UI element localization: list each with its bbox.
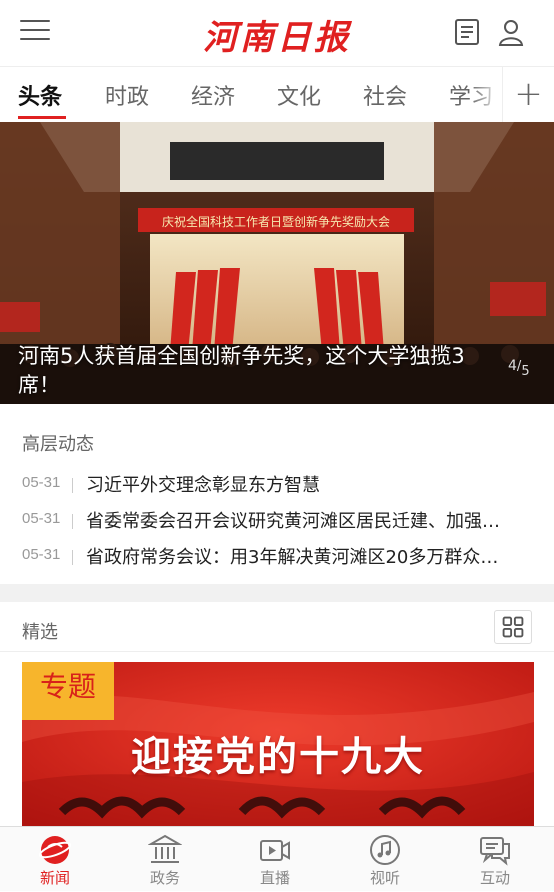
featured-section-title: 精选 [22, 622, 58, 643]
news-date: 05-31 [22, 510, 61, 527]
list-item[interactable]: 05-31 省政府常务会议：用3年解决黄河滩区20多万群众… [22, 542, 542, 572]
divider [72, 550, 73, 565]
section-gap [0, 584, 554, 602]
nav-news[interactable]: 新闻 [0, 827, 110, 892]
list-item[interactable]: 05-31 习近平外交理念彰显东方智慧 [22, 470, 542, 500]
tab-headline[interactable]: 头条 [18, 79, 62, 111]
tab-politics[interactable]: 时政 [105, 79, 149, 111]
tab-culture[interactable]: 文化 [277, 79, 321, 111]
grid-view-icon[interactable] [494, 610, 532, 644]
leadership-news-section: 高层动态 05-31 习近平外交理念彰显东方智慧 05-31 省委常委会召开会议… [0, 404, 554, 584]
nav-interact[interactable]: 互动 [440, 827, 550, 892]
nav-label: 新闻 [39, 869, 70, 887]
news-date: 05-31 [22, 546, 61, 563]
active-tab-indicator [18, 116, 66, 119]
hero-pager: 4/5 [508, 358, 530, 379]
pager-current: 4 [508, 358, 517, 374]
live-video-icon [260, 840, 290, 861]
user-profile-icon[interactable] [496, 16, 526, 48]
bottom-nav: 新闻 政务 直播 视听 互动 [0, 826, 554, 891]
newspaper-icon[interactable] [452, 16, 482, 48]
hero-carousel[interactable]: 庆祝全国科技工作者日暨创新争先奖励大会 河南5人获首届全国创新争先奖，这个大学独… [0, 122, 554, 404]
hero-caption[interactable]: 河南5人获首届全国创新争先奖，这个大学独揽3席！ [18, 342, 498, 400]
divider [0, 651, 554, 652]
chat-bubble-icon [480, 837, 510, 866]
divider [72, 478, 73, 493]
banner-title: 迎接党的十九大 [131, 734, 425, 780]
news-title: 省委常委会召开会议研究黄河滩区居民迁建、加强… [86, 511, 500, 532]
nav-label: 互动 [479, 869, 510, 887]
nav-live[interactable]: 直播 [220, 827, 330, 892]
hero-banner-text: 庆祝全国科技工作者日暨创新争先奖励大会 [162, 214, 390, 229]
category-tabs: 头条 时政 经济 文化 社会 学习 + [0, 66, 554, 123]
news-title: 习近平外交理念彰显东方智慧 [86, 475, 320, 496]
nav-label: 直播 [259, 869, 290, 887]
pager-total: 5 [521, 364, 530, 379]
nav-government[interactable]: 政务 [110, 827, 220, 892]
nav-label: 视听 [369, 869, 400, 887]
tab-fade [470, 67, 502, 123]
news-globe-icon [38, 836, 72, 864]
app-header: 河南日报 [0, 0, 554, 66]
tab-economy[interactable]: 经济 [191, 79, 235, 111]
featured-banner[interactable]: 专题 迎接党的十九大 [22, 662, 534, 832]
featured-section: 精选 专题 迎接党的十九大 [0, 602, 554, 832]
topic-badge: 专题 [22, 662, 114, 720]
nav-label: 政务 [149, 869, 180, 887]
tab-society[interactable]: 社会 [363, 79, 407, 111]
divider [72, 514, 73, 529]
add-tab-icon[interactable]: + [502, 67, 554, 123]
leadership-section-title: 高层动态 [22, 434, 94, 455]
news-date: 05-31 [22, 474, 61, 491]
government-building-icon [148, 834, 182, 863]
list-item[interactable]: 05-31 省委常委会召开会议研究黄河滩区居民迁建、加强… [22, 506, 542, 536]
news-title: 省政府常务会议：用3年解决黄河滩区20多万群众… [86, 547, 499, 568]
music-note-icon [370, 835, 400, 865]
nav-audiovisual[interactable]: 视听 [330, 827, 440, 892]
